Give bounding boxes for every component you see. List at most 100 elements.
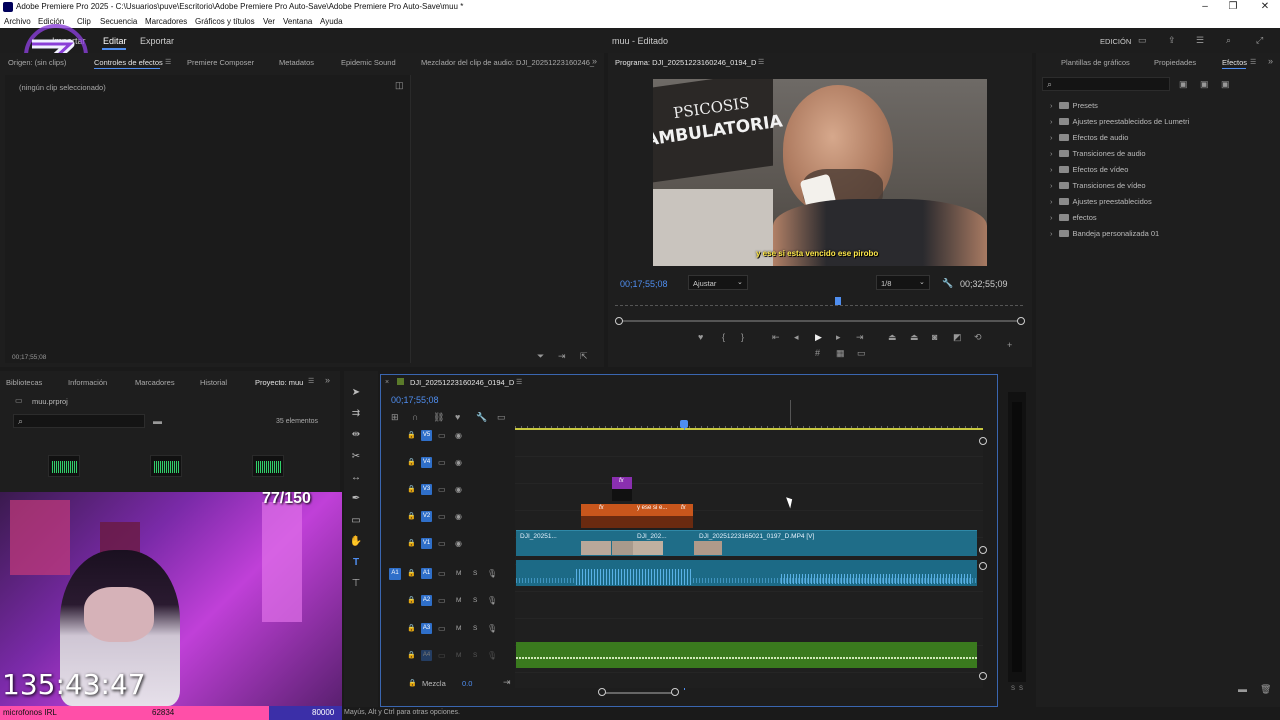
- tab-project[interactable]: Proyecto: muu: [255, 378, 303, 387]
- panel-menu-icon[interactable]: ☰: [165, 58, 171, 67]
- sync-lock-icon[interactable]: ▭: [438, 485, 446, 494]
- go-to-out-icon[interactable]: ⇥: [856, 333, 864, 342]
- menu-icon[interactable]: ☰: [1196, 36, 1204, 45]
- lock-icon[interactable]: 🔒: [407, 596, 416, 605]
- add-marker-icon[interactable]: ♥: [455, 413, 460, 422]
- effects-tree-item[interactable]: › Transiciones de audio: [1050, 149, 1146, 158]
- trash-icon[interactable]: 🗑: [1260, 685, 1271, 694]
- chevron-right-icon[interactable]: ›: [1050, 213, 1053, 222]
- rectangle-tool-icon[interactable]: ▭: [348, 513, 364, 529]
- minimize-icon[interactable]: –: [1190, 0, 1220, 15]
- project-menu-icon[interactable]: ☰: [308, 377, 314, 386]
- program-playhead[interactable]: [835, 297, 842, 305]
- effects-tree-item[interactable]: › Transiciones de vídeo: [1050, 181, 1146, 190]
- track-target[interactable]: V1: [421, 538, 432, 549]
- toggle-timeline-icon[interactable]: ◫: [395, 81, 404, 90]
- search-icon[interactable]: ⌕: [1226, 36, 1231, 45]
- mute-button[interactable]: M: [456, 652, 461, 659]
- tab-marcadores[interactable]: Marcadores: [135, 378, 175, 387]
- microphone-icon[interactable]: 🎙: [487, 596, 497, 605]
- audio-thumbnail[interactable]: [252, 455, 284, 477]
- maximize-icon[interactable]: ❐: [1218, 0, 1248, 15]
- track-target[interactable]: V3: [421, 484, 432, 495]
- tab-informacion[interactable]: Información: [68, 378, 107, 387]
- pen-tool-icon[interactable]: ✒: [348, 491, 364, 507]
- timeline-settings-icon[interactable]: 🔧: [476, 413, 487, 422]
- project-search-input[interactable]: ⌕: [13, 414, 145, 428]
- audio-thumbnail[interactable]: [48, 455, 80, 477]
- slip-tool-icon[interactable]: ↔: [348, 470, 364, 486]
- sequence-name[interactable]: DJI_20251223160246_0194_D: [410, 378, 514, 387]
- lock-icon[interactable]: 🔒: [407, 485, 416, 494]
- chevron-right-icon[interactable]: ›: [1050, 133, 1053, 142]
- share-icon[interactable]: ⇪: [1168, 36, 1176, 45]
- effects-search-input[interactable]: ⌕: [1042, 77, 1170, 91]
- sync-lock-icon[interactable]: ▭: [438, 539, 446, 548]
- wrench-icon[interactable]: 🔧: [942, 279, 953, 288]
- mark-out-icon[interactable]: }: [741, 333, 744, 342]
- extract-icon[interactable]: ⏏: [910, 333, 919, 342]
- tab-premiere-composer[interactable]: Premiere Composer: [187, 58, 254, 67]
- zoom-handle-left[interactable]: [615, 317, 623, 325]
- track-target[interactable]: V5: [421, 430, 432, 441]
- ripple-edit-tool-icon[interactable]: ⇹: [348, 427, 364, 443]
- tab-bibliotecas[interactable]: Bibliotecas: [6, 378, 42, 387]
- more-tabs-icon[interactable]: »: [592, 57, 597, 66]
- lock-icon[interactable]: 🔒: [407, 512, 416, 521]
- marker-icon[interactable]: ♥: [698, 333, 703, 342]
- menu-marcadores[interactable]: Marcadores: [145, 17, 187, 26]
- chevron-right-icon[interactable]: ›: [1050, 101, 1053, 110]
- meter-solo-left[interactable]: S: [1011, 686, 1015, 692]
- source-patch-a1[interactable]: A1: [389, 568, 401, 580]
- transparency-grid-icon[interactable]: ▦: [836, 349, 845, 358]
- vr-icon[interactable]: ⟲: [974, 333, 982, 342]
- microphone-icon[interactable]: 🎙: [487, 569, 497, 578]
- chevron-right-icon[interactable]: ›: [1050, 181, 1053, 190]
- yuv-effects-icon[interactable]: ▣: [1221, 80, 1230, 89]
- lift-icon[interactable]: ⏏: [888, 333, 897, 342]
- solo-button[interactable]: S: [473, 570, 477, 577]
- step-forward-icon[interactable]: ▸: [836, 333, 841, 342]
- lock-icon[interactable]: 🔒: [407, 651, 416, 660]
- microphone-icon[interactable]: 🎙: [487, 624, 497, 633]
- play-icon[interactable]: ▶: [815, 333, 822, 342]
- lock-icon[interactable]: 🔒: [407, 431, 416, 440]
- eye-icon[interactable]: ◉: [455, 458, 462, 467]
- timeline-playhead-handle[interactable]: [680, 420, 688, 428]
- step-back-icon[interactable]: ◂: [794, 333, 799, 342]
- eye-icon[interactable]: ◉: [455, 485, 462, 494]
- microphone-icon[interactable]: 🎙: [487, 651, 497, 660]
- v-scroll-handle[interactable]: [979, 546, 987, 554]
- sync-lock-icon[interactable]: ▭: [438, 458, 446, 467]
- sync-lock-icon[interactable]: ▭: [438, 569, 446, 578]
- linked-selection-icon[interactable]: ⛓: [433, 413, 444, 422]
- menu-secuencia[interactable]: Secuencia: [100, 17, 137, 26]
- track-target[interactable]: A4: [421, 650, 432, 661]
- menu-ventana[interactable]: Ventana: [283, 17, 312, 26]
- program-ruler[interactable]: [615, 298, 1023, 306]
- tab-exportar[interactable]: Exportar: [140, 36, 174, 46]
- v3-clip[interactable]: fx: [612, 477, 632, 489]
- eye-icon[interactable]: ◉: [455, 512, 462, 521]
- lock-icon[interactable]: 🔒: [407, 458, 416, 467]
- chevron-right-icon[interactable]: ›: [1050, 165, 1053, 174]
- mute-button[interactable]: M: [456, 597, 461, 604]
- fit-dropdown[interactable]: Ajustar ⌄: [688, 275, 748, 290]
- filter-icon[interactable]: ⏷: [537, 352, 544, 361]
- skip-icon[interactable]: ⇥: [503, 678, 511, 687]
- track-target[interactable]: A1: [421, 568, 432, 579]
- caption-tool-icon[interactable]: ⊤: [348, 576, 364, 592]
- 32bit-effects-icon[interactable]: ▣: [1200, 80, 1209, 89]
- new-bin-icon[interactable]: ▬: [1238, 685, 1247, 694]
- v1-clip-track[interactable]: DJI_20251... DJI_202... DJI_202512231650…: [516, 530, 977, 556]
- solo-button[interactable]: S: [473, 597, 477, 604]
- zoom-scrollbar[interactable]: [620, 320, 1022, 322]
- sync-lock-icon[interactable]: ▭: [438, 512, 446, 521]
- track-target[interactable]: A3: [421, 623, 432, 634]
- program-menu-icon[interactable]: ☰: [758, 58, 764, 67]
- sync-lock-icon[interactable]: ▭: [438, 624, 446, 633]
- menu-ayuda[interactable]: Ayuda: [320, 17, 343, 26]
- comparison-icon[interactable]: ◩: [953, 333, 962, 342]
- zoom-handle-right[interactable]: [1017, 317, 1025, 325]
- mix-value[interactable]: 0.0: [462, 679, 472, 688]
